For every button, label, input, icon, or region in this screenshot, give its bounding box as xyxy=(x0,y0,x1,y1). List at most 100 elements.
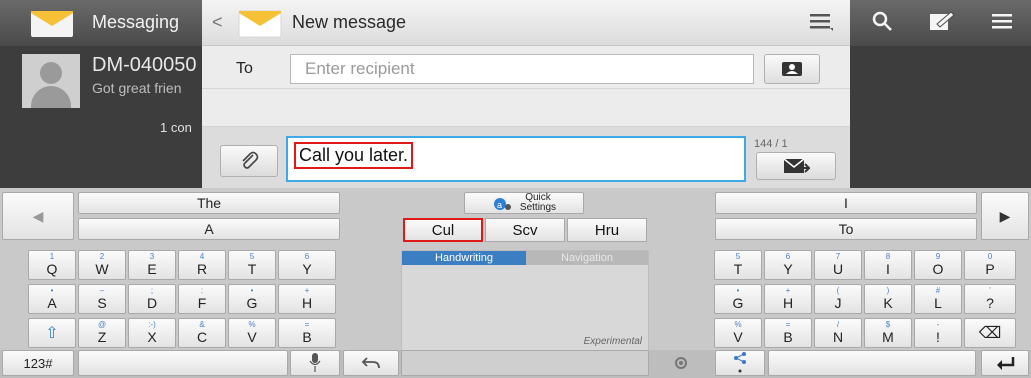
key-right-2-1[interactable]: = B xyxy=(764,318,812,348)
key-left-1-1[interactable]: – S xyxy=(78,284,126,314)
recipient-input[interactable]: Enter recipient xyxy=(290,54,754,84)
hw-settings-key[interactable] xyxy=(651,350,711,376)
key-right-0-5[interactable]: 0P xyxy=(964,250,1016,280)
navigation-tab[interactable]: Navigation xyxy=(526,251,648,265)
key-sublabel: • xyxy=(250,286,254,295)
key-label: K xyxy=(883,295,893,311)
key-label: T xyxy=(247,261,257,277)
key-label: W xyxy=(95,261,109,277)
key-right-2-2[interactable]: / N xyxy=(814,318,862,348)
handwriting-space-bar[interactable] xyxy=(401,350,649,376)
key-right-0-3[interactable]: 8I xyxy=(864,250,912,280)
key-left-1-2[interactable]: ; D xyxy=(128,284,176,314)
candidate-hru[interactable]: Hru xyxy=(567,218,647,242)
suggestion-left-1[interactable]: The xyxy=(78,192,340,214)
key-sublabel: 4 xyxy=(199,252,205,261)
key-left-2-0[interactable]: ⇧ xyxy=(28,318,76,348)
suggestion-left-2[interactable]: A xyxy=(78,218,340,240)
key-left-0-3[interactable]: 4R xyxy=(178,250,226,280)
key-left-0-5[interactable]: 6Y xyxy=(278,250,336,280)
key-right-0-0[interactable]: 5T xyxy=(714,250,762,280)
key-right-0-1[interactable]: 6Y xyxy=(764,250,812,280)
key-right-2-0[interactable]: % V xyxy=(714,318,762,348)
key-left-0-0[interactable]: 1Q xyxy=(28,250,76,280)
quick-settings-button[interactable]: a Quick Settings xyxy=(464,192,584,214)
key-label: H xyxy=(301,295,313,311)
key-sublabel: 3 xyxy=(149,252,155,261)
key-right-1-0[interactable]: • G xyxy=(714,284,762,314)
key-right-1-5[interactable]: '? xyxy=(964,284,1016,314)
key-label: Y xyxy=(302,261,312,277)
key-right-1-1[interactable]: + H xyxy=(764,284,812,314)
suggestion-right-1[interactable]: I xyxy=(715,192,977,214)
to-label: To xyxy=(236,60,253,77)
avatar[interactable] xyxy=(22,54,80,108)
key-label: C xyxy=(196,329,208,345)
conversation-count: 1 con xyxy=(160,120,192,135)
message-input[interactable]: Call you later. xyxy=(286,136,746,182)
key-label: ? xyxy=(986,295,994,311)
key-left-1-3[interactable]: :F xyxy=(178,284,226,314)
message-text: Call you later. xyxy=(294,142,414,169)
hamburger-icon[interactable] xyxy=(808,10,834,38)
mic-key[interactable] xyxy=(290,350,340,376)
divider xyxy=(202,88,850,89)
right-arrow-key[interactable]: ▶ xyxy=(981,192,1029,240)
candidate-cul[interactable]: Cul xyxy=(403,218,483,242)
back-button[interactable]: < xyxy=(212,12,223,33)
key-left-1-0[interactable]: • A xyxy=(28,284,76,314)
key-left-0-4[interactable]: 5T xyxy=(228,250,276,280)
handwriting-tab[interactable]: Handwriting xyxy=(402,251,526,265)
key-left-0-1[interactable]: 2W xyxy=(78,250,126,280)
key-label: Z xyxy=(97,329,107,345)
key-left-2-1[interactable]: @ Z xyxy=(78,318,126,348)
key-right-2-5[interactable]: ⌫ xyxy=(964,318,1016,348)
send-button[interactable] xyxy=(756,152,836,180)
compose-icon[interactable] xyxy=(929,10,955,37)
suggestion-right-2[interactable]: To xyxy=(715,218,977,240)
key-label: D xyxy=(146,295,158,311)
attach-button[interactable] xyxy=(220,145,278,177)
key-sublabel: 6 xyxy=(785,252,791,261)
key-right-0-2[interactable]: 7U xyxy=(814,250,862,280)
key-left-1-5[interactable]: + H xyxy=(278,284,336,314)
undo-icon xyxy=(361,357,380,369)
conversation-name[interactable]: DM-040050 xyxy=(92,54,197,77)
key-right-2-4[interactable]: -! xyxy=(914,318,962,348)
key-right-2-3[interactable]: $ M xyxy=(864,318,912,348)
key-left-2-5[interactable]: = B xyxy=(278,318,336,348)
key-left-0-2[interactable]: 3E xyxy=(128,250,176,280)
handwriting-pad[interactable]: Handwriting Navigation Experimental xyxy=(401,250,649,352)
undo-key[interactable] xyxy=(343,350,399,376)
candidate-scv[interactable]: Scv xyxy=(485,218,565,242)
send-mail-icon xyxy=(783,158,810,173)
key-label: G xyxy=(732,295,744,311)
key-left-2-3[interactable]: & C xyxy=(178,318,226,348)
experimental-label: Experimental xyxy=(583,336,642,347)
key-label: ⌫ xyxy=(978,325,1002,342)
key-left-1-4[interactable]: • G xyxy=(228,284,276,314)
key-label: N xyxy=(832,329,844,345)
mode-123-key[interactable]: 123# xyxy=(2,350,74,376)
key-right-0-4[interactable]: 9O xyxy=(914,250,962,280)
contacts-button[interactable] xyxy=(764,54,820,84)
key-label: J xyxy=(834,295,842,311)
key-right-1-3[interactable]: ) K xyxy=(864,284,912,314)
arrow-right-icon: ▶ xyxy=(999,207,1011,224)
search-icon[interactable] xyxy=(870,9,894,38)
enter-key[interactable] xyxy=(981,350,1029,376)
key-left-2-4[interactable]: % V xyxy=(228,318,276,348)
menu-icon[interactable] xyxy=(990,11,1014,36)
key-sublabel: / xyxy=(836,320,840,329)
space-key-left[interactable] xyxy=(78,350,288,376)
key-right-1-4[interactable]: # L xyxy=(914,284,962,314)
key-right-1-2[interactable]: (J xyxy=(814,284,862,314)
share-key[interactable] xyxy=(715,350,765,376)
background-app-title: Messaging xyxy=(92,12,180,32)
key-sublabel: ; xyxy=(150,286,154,295)
settings-icon xyxy=(675,357,687,369)
key-label: O xyxy=(932,261,944,277)
left-arrow-key[interactable]: ◀ xyxy=(2,192,74,240)
key-left-2-2[interactable]: :-) X xyxy=(128,318,176,348)
space-key-right[interactable] xyxy=(768,350,976,376)
